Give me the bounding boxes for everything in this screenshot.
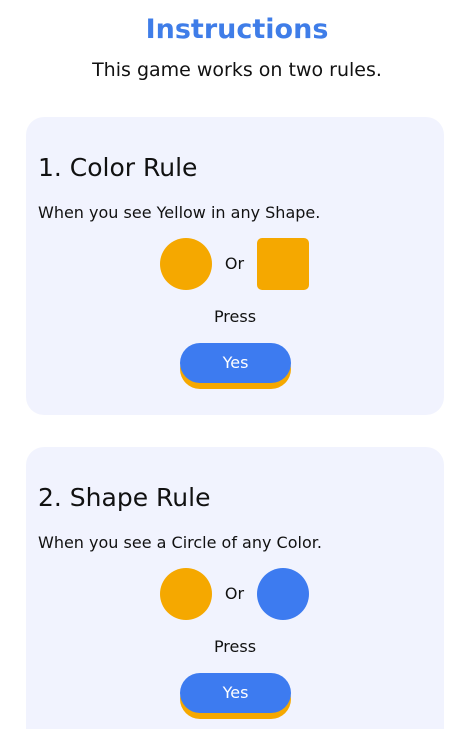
blue-circle-icon	[257, 568, 309, 620]
press-label: Press	[213, 307, 257, 326]
press-label: Press	[213, 637, 257, 656]
shape-examples: Or	[26, 238, 444, 292]
page-subtitle: This game works on two rules.	[92, 59, 382, 81]
rule-title: 1. Color Rule	[38, 153, 198, 182]
yellow-circle-icon	[160, 238, 212, 290]
yellow-circle-icon	[160, 568, 212, 620]
or-label: Or	[224, 254, 245, 273]
rule-description: When you see Yellow in any Shape.	[38, 203, 321, 222]
page-title: Instructions	[145, 14, 329, 45]
color-rule-card: 1. Color Rule When you see Yellow in any…	[26, 117, 444, 415]
yes-button[interactable]: Yes	[180, 343, 291, 383]
yes-button-wrapper: Yes	[180, 343, 291, 389]
yes-button-wrapper: Yes	[180, 673, 291, 719]
yellow-square-icon	[257, 238, 309, 290]
yes-button[interactable]: Yes	[180, 673, 291, 713]
instructions-page: Instructions This game works on two rule…	[0, 0, 474, 729]
rule-title: 2. Shape Rule	[38, 483, 211, 512]
shape-examples: Or	[26, 568, 444, 622]
or-label: Or	[224, 584, 245, 603]
shape-rule-card: 2. Shape Rule When you see a Circle of a…	[26, 447, 444, 729]
rule-description: When you see a Circle of any Color.	[38, 533, 322, 552]
